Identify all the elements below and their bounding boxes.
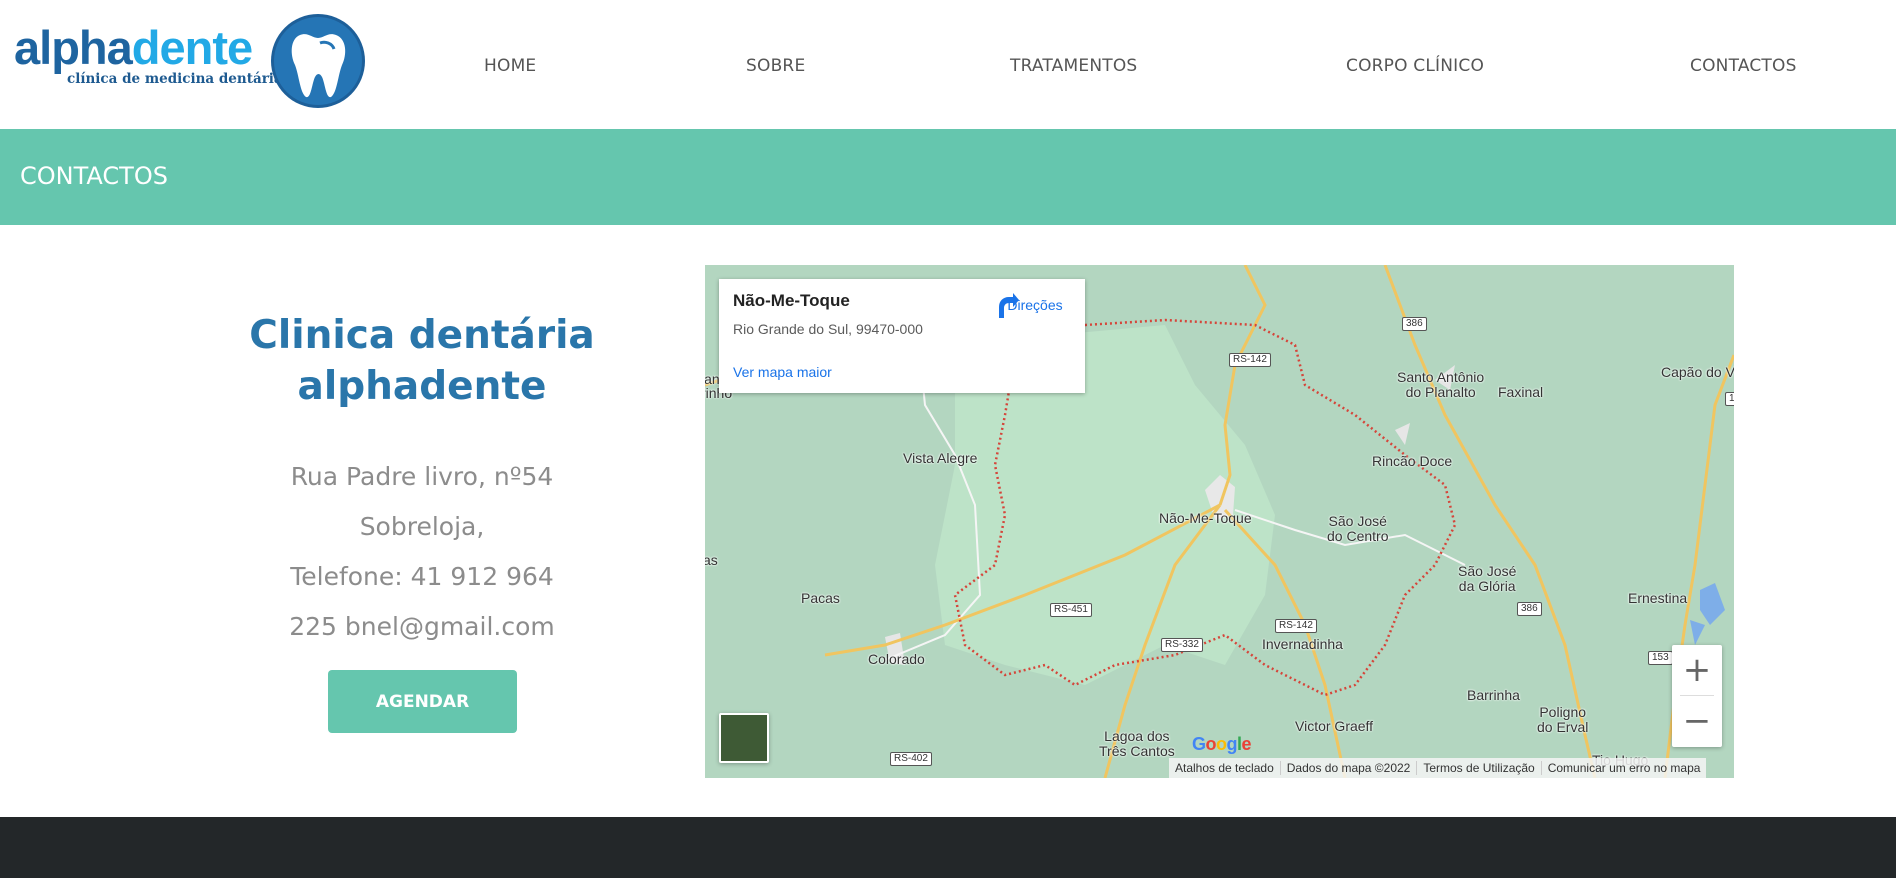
map-label: São José da Glória: [1458, 563, 1517, 594]
nav-corpo-clinico[interactable]: CORPO CLÍNICO: [1346, 56, 1484, 76]
agendar-button[interactable]: AGENDAR: [328, 670, 517, 733]
logo-wordmark: alphadente: [14, 21, 253, 74]
map-label: Colorado: [868, 651, 925, 667]
address-line: Rua Padre livro, nº54: [290, 462, 554, 491]
road-rs332: RS-332: [1161, 638, 1203, 652]
address-line-2: Sobreloja,: [359, 512, 485, 541]
email-line: 225 bnel@gmail.com: [289, 612, 555, 641]
place-card: Não-Me-Toque Rio Grande do Sul, 99470-00…: [719, 279, 1085, 393]
map-label: as: [705, 552, 718, 568]
logo-tagline: clínica de medicina dentária: [67, 71, 283, 87]
keyboard-shortcuts-link[interactable]: Atalhos de teclado: [1169, 761, 1281, 775]
map-label: Poligno do Erval: [1537, 704, 1589, 735]
map-label: Lagoa dos Três Cantos: [1099, 728, 1175, 759]
map-label: Capão do V: [1661, 364, 1734, 380]
road-153: 153: [1648, 651, 1673, 665]
page-banner: [0, 129, 1896, 225]
contact-info: Clinica dentária alphadente Rua Padre li…: [222, 310, 622, 641]
larger-map-link[interactable]: Ver mapa maior: [733, 364, 832, 380]
nav-tratamentos[interactable]: TRATAMENTOS: [1010, 56, 1137, 76]
map-label: São José do Centro: [1327, 513, 1389, 544]
directions-icon: [999, 293, 1019, 318]
clinic-name: Clinica dentária alphadente: [249, 313, 595, 409]
logo[interactable]: alphadente clínica de medicina dentária: [12, 10, 372, 110]
road-rs142-top: RS-142: [1229, 353, 1271, 367]
map-label: Victor Graeff: [1295, 718, 1374, 734]
site-header: alphadente clínica de medicina dentária …: [0, 0, 1896, 129]
page-title: CONTACTOS: [20, 162, 168, 190]
road-rs142-bottom: RS-142: [1275, 619, 1317, 633]
report-error-link[interactable]: Comunicar um erro no mapa: [1542, 761, 1707, 775]
map-label: Faxinal: [1498, 384, 1544, 400]
road-rs451: RS-451: [1050, 603, 1092, 617]
map-label: Pacas: [801, 590, 840, 606]
phone-line: Telefone: 41 912 964: [290, 562, 554, 591]
map-label: Santo Antônio do Planalto: [1397, 369, 1485, 400]
road-rs402: RS-402: [890, 752, 932, 766]
satellite-view-toggle[interactable]: [719, 713, 769, 763]
zoom-out-button[interactable]: −: [1672, 696, 1722, 746]
nav-contactos[interactable]: CONTACTOS: [1690, 56, 1797, 76]
road-1: 1: [1725, 392, 1734, 406]
embedded-map[interactable]: RS-142 386 RS-451 RS-332 RS-142 386 153 …: [705, 265, 1734, 778]
map-label: Vista Alegre: [903, 450, 978, 466]
map-label: Invernadinha: [1262, 636, 1343, 652]
map-label: Barrinha: [1467, 687, 1520, 703]
zoom-controls: + −: [1672, 645, 1722, 747]
road-386-top: 386: [1402, 317, 1427, 331]
map-data-credit: Dados do mapa ©2022: [1281, 761, 1418, 775]
road-386-bottom: 386: [1517, 602, 1542, 616]
nav-home[interactable]: HOME: [484, 56, 536, 76]
nav-sobre[interactable]: SOBRE: [746, 56, 805, 76]
map-attribution: Atalhos de teclado Dados do mapa ©2022 T…: [1169, 758, 1707, 778]
terms-link[interactable]: Termos de Utilização: [1417, 761, 1542, 775]
tooth-icon: [271, 14, 365, 108]
map-label: Não-Me-Toque: [1159, 510, 1252, 526]
map-label: Rincão Doce: [1372, 453, 1453, 469]
place-address: Rio Grande do Sul, 99470-000: [733, 321, 923, 337]
google-logo: Google: [1192, 734, 1252, 754]
site-footer: [0, 817, 1896, 878]
map-label: Ernestina: [1628, 590, 1688, 606]
zoom-in-button[interactable]: +: [1672, 645, 1722, 695]
place-name: Não-Me-Toque: [733, 291, 850, 310]
directions-button[interactable]: Direções: [995, 293, 1075, 318]
